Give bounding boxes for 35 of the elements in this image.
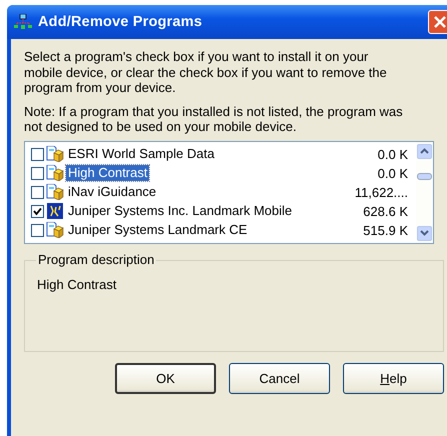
program-name[interactable]: Juniper Systems Inc. Landmark Mobile <box>66 203 336 219</box>
program-size: 0.0 K <box>376 166 409 180</box>
scrollbar[interactable] <box>416 142 433 242</box>
network-computer-icon <box>14 14 32 30</box>
dialog-button[interactable]: Cancel <box>229 362 330 394</box>
checkbox[interactable] <box>31 204 44 218</box>
checkbox[interactable] <box>31 186 44 198</box>
instructions-text: Select a program's check box if you want to install it on your mobile device, or clear the check box if you want to remove the program from your device. <box>24 49 388 96</box>
package-icon <box>46 222 64 238</box>
group-label: Program description <box>36 252 156 266</box>
description-text: High Contrast <box>37 276 118 292</box>
package-icon <box>46 165 64 181</box>
checkbox[interactable] <box>31 148 44 160</box>
program-size: 515.9 K <box>362 222 409 238</box>
package-icon <box>46 146 64 162</box>
program-name[interactable]: ESRI World Sample Data <box>66 146 336 162</box>
app-icon <box>46 203 64 219</box>
package-icon <box>46 184 64 200</box>
scroll-up-button[interactable] <box>417 144 432 158</box>
program-size: 11,622.... <box>354 184 409 200</box>
checkbox[interactable] <box>31 166 44 180</box>
close-icon <box>432 14 447 30</box>
note-text: Note: If a program that you installed is not listed, the program was not designed to be used on your mobile device. <box>24 104 404 134</box>
scroll-thumb[interactable] <box>417 172 432 180</box>
scroll-down-button[interactable] <box>417 226 432 240</box>
close-button[interactable] <box>428 10 447 34</box>
program-size: 628.6 K <box>362 204 409 218</box>
window-title: Add/Remove Programs <box>38 14 204 30</box>
program-name[interactable]: iNav iGuidance <box>66 184 336 200</box>
program-name[interactable]: Juniper Systems Landmark CE <box>66 222 336 238</box>
dialog-button[interactable]: Help <box>343 362 444 394</box>
checkbox[interactable] <box>31 224 44 236</box>
program-size: 0.0 K <box>376 146 409 162</box>
program-name[interactable]: High Contrast <box>66 165 150 181</box>
dialog-button[interactable]: OK <box>115 362 216 394</box>
